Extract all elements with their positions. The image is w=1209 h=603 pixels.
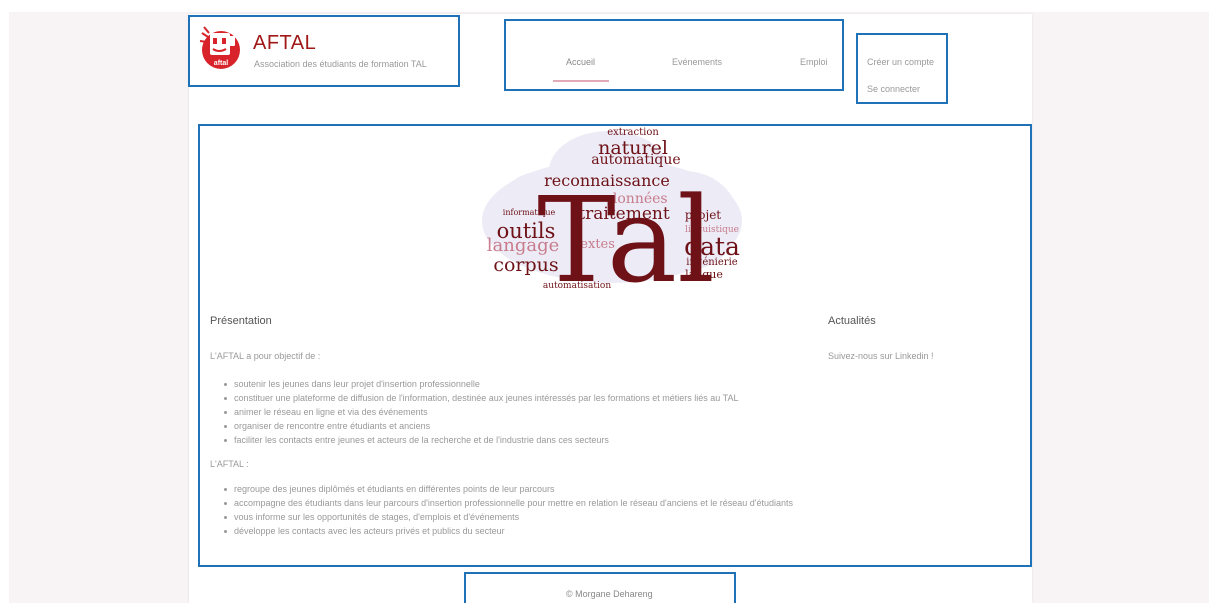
brand-subtitle: Association des étudiants de formation T… [254, 59, 427, 69]
aftal-logo-icon[interactable]: aftal [196, 23, 246, 73]
footer-copyright: © Morgane Dehareng [566, 589, 653, 599]
word-cloud-image: extraction naturel automatique reconnais… [482, 127, 742, 296]
list-item: regroupe des jeunes diplômés et étudiant… [222, 482, 802, 496]
list-item: accompagne des étudiants dans leur parco… [222, 496, 802, 510]
presentation-intro-2: L'AFTAL : [210, 459, 249, 469]
list-item: soutenir les jeunes dans leur projet d'i… [222, 377, 802, 391]
news-title: Actualités [828, 315, 876, 327]
nav-item-accueil[interactable]: Accueil [566, 57, 595, 67]
login-link[interactable]: Se connecter [867, 84, 920, 94]
svg-text:aftal: aftal [214, 60, 228, 67]
brand-title[interactable]: AFTAL [253, 32, 316, 55]
list-item: vous informe sur les opportunités de sta… [222, 510, 802, 524]
list-item: organiser de rencontre entre étudiants e… [222, 419, 802, 433]
word-tal: Tal [537, 171, 715, 296]
objectives-list: soutenir les jeunes dans leur projet d'i… [222, 377, 802, 447]
list-item: animer le réseau en ligne et via des évé… [222, 405, 802, 419]
list-item: constituer une plateforme de diffusion d… [222, 391, 802, 405]
presentation-intro: L'AFTAL a pour objectif de : [210, 351, 321, 361]
presentation-title: Présentation [210, 315, 272, 327]
list-item: développe les contacts avec les acteurs … [222, 524, 802, 538]
linkedin-link[interactable]: Suivez-nous sur Linkedin ! [828, 351, 934, 361]
list-item: faciliter les contacts entre jeunes et a… [222, 433, 802, 447]
nav-active-indicator [553, 80, 609, 82]
nav-item-emploi[interactable]: Emploi [800, 57, 828, 67]
create-account-link[interactable]: Créer un compte [867, 57, 934, 67]
features-list: regroupe des jeunes diplômés et étudiant… [222, 482, 802, 538]
word-automatique: automatique [591, 152, 680, 168]
nav-item-evenements[interactable]: Evénements [672, 57, 722, 67]
